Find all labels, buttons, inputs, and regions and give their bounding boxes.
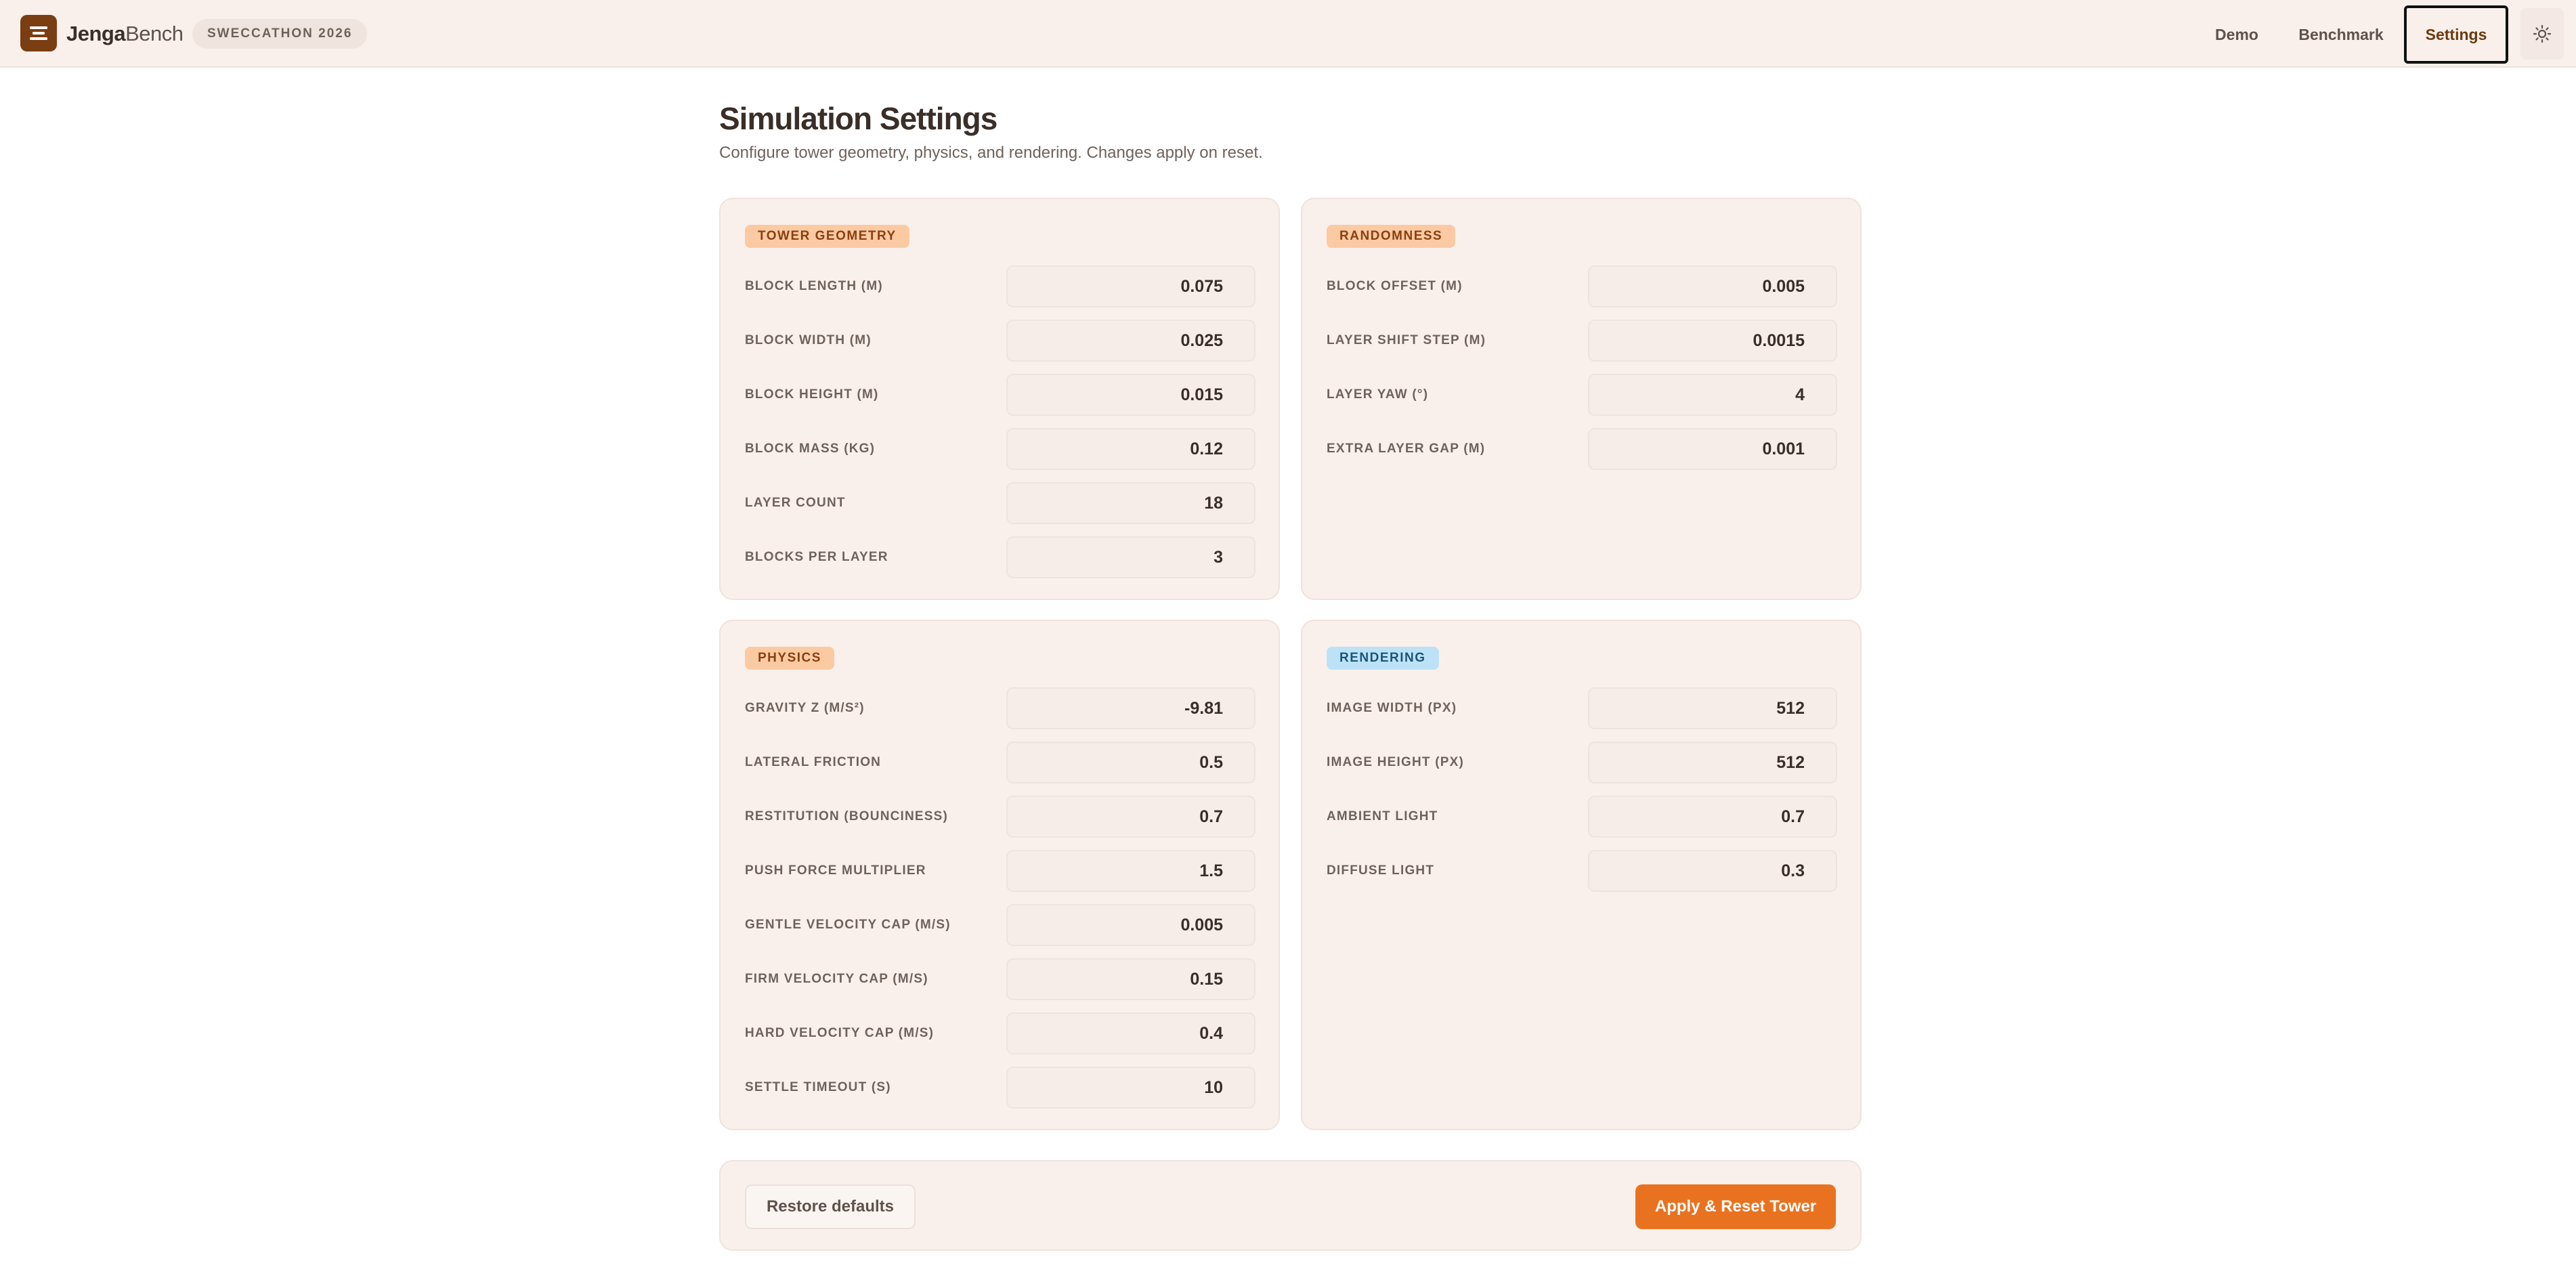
field-label: IMAGE HEIGHT (PX) xyxy=(1327,755,1465,769)
brand-name-light: Bench xyxy=(125,22,184,45)
field-row: LATERAL FRICTION xyxy=(745,742,1255,784)
restore-defaults-button[interactable]: Restore defaults xyxy=(745,1184,916,1229)
field-row: FIRM VELOCITY CAP (M/S) xyxy=(745,958,1255,1000)
field-row: IMAGE WIDTH (PX) xyxy=(1327,687,1837,729)
image-width-input[interactable] xyxy=(1588,687,1837,729)
field-row: AMBIENT LIGHT xyxy=(1327,796,1837,838)
field-label: AMBIENT LIGHT xyxy=(1327,809,1438,823)
page-title: Simulation Settings xyxy=(719,101,997,136)
menu-lines-icon xyxy=(30,26,47,40)
field-label: IMAGE WIDTH (PX) xyxy=(1327,701,1457,715)
field-row: BLOCK HEIGHT (M) xyxy=(745,374,1255,416)
field-label: FIRM VELOCITY CAP (M/S) xyxy=(745,972,928,986)
image-height-input[interactable] xyxy=(1588,742,1837,784)
rendering-card: RENDERING IMAGE WIDTH (PX) IMAGE HEIGHT … xyxy=(1301,620,1862,1130)
field-row: BLOCKS PER LAYER xyxy=(745,536,1255,578)
apply-reset-tower-button[interactable]: Apply & Reset Tower xyxy=(1635,1184,1836,1229)
field-label: GRAVITY Z (M/S²) xyxy=(745,701,865,715)
field-row: BLOCK WIDTH (M) xyxy=(745,320,1255,362)
block-height-input[interactable] xyxy=(1006,374,1255,416)
layer-count-input[interactable] xyxy=(1006,482,1255,524)
field-label: GENTLE VELOCITY CAP (M/S) xyxy=(745,918,951,932)
action-bar: Restore defaults Apply & Reset Tower xyxy=(719,1160,1862,1251)
block-offset-input[interactable] xyxy=(1588,265,1837,307)
diffuse-light-input[interactable] xyxy=(1588,850,1837,892)
rendering-badge: RENDERING xyxy=(1327,647,1439,670)
gentle-velocity-cap-input[interactable] xyxy=(1006,904,1255,946)
theme-toggle-button[interactable] xyxy=(2520,8,2564,60)
field-row: LAYER YAW (°) xyxy=(1327,374,1837,416)
field-label: BLOCK OFFSET (M) xyxy=(1327,279,1463,293)
field-row: GENTLE VELOCITY CAP (M/S) xyxy=(745,904,1255,946)
field-label: HARD VELOCITY CAP (M/S) xyxy=(745,1026,935,1040)
restitution-input[interactable] xyxy=(1006,796,1255,838)
tower-geometry-card: TOWER GEOMETRY BLOCK LENGTH (M) BLOCK WI… xyxy=(719,198,1280,600)
field-row: DIFFUSE LIGHT xyxy=(1327,850,1837,892)
field-row: BLOCK MASS (KG) xyxy=(745,428,1255,470)
field-label: BLOCK MASS (KG) xyxy=(745,442,876,456)
nav-benchmark[interactable]: Benchmark xyxy=(2290,5,2392,64)
brand-name-bold: Jenga xyxy=(66,22,126,45)
ambient-light-input[interactable] xyxy=(1588,796,1837,838)
randomness-card: RANDOMNESS BLOCK OFFSET (M) LAYER SHIFT … xyxy=(1301,198,1862,600)
field-label: LAYER COUNT xyxy=(745,496,846,510)
randomness-badge: RANDOMNESS xyxy=(1327,225,1456,248)
tower-geometry-badge: TOWER GEOMETRY xyxy=(745,225,909,248)
field-label: PUSH FORCE MULTIPLIER xyxy=(745,863,926,878)
field-row: RESTITUTION (BOUNCINESS) xyxy=(745,796,1255,838)
layer-shift-step-input[interactable] xyxy=(1588,320,1837,362)
field-label: BLOCKS PER LAYER xyxy=(745,550,888,564)
extra-layer-gap-input[interactable] xyxy=(1588,428,1837,470)
field-label: BLOCK HEIGHT (M) xyxy=(745,387,879,402)
field-row: SETTLE TIMEOUT (S) xyxy=(745,1067,1255,1109)
sun-icon xyxy=(2533,24,2552,43)
field-label: LAYER SHIFT STEP (M) xyxy=(1327,333,1486,347)
push-force-multiplier-input[interactable] xyxy=(1006,850,1255,892)
event-badge: SWECCATHON 2026 xyxy=(192,19,368,49)
field-label: SETTLE TIMEOUT (S) xyxy=(745,1080,891,1094)
field-label: BLOCK LENGTH (M) xyxy=(745,279,883,293)
field-row: PUSH FORCE MULTIPLIER xyxy=(745,850,1255,892)
blocks-per-layer-input[interactable] xyxy=(1006,536,1255,578)
settle-timeout-input[interactable] xyxy=(1006,1067,1255,1109)
nav-settings[interactable]: Settings xyxy=(2404,5,2508,64)
field-row: BLOCK LENGTH (M) xyxy=(745,265,1255,307)
brand-name[interactable]: JengaBench xyxy=(66,19,184,49)
lateral-friction-input[interactable] xyxy=(1006,742,1255,784)
field-label: LATERAL FRICTION xyxy=(745,755,882,769)
block-mass-input[interactable] xyxy=(1006,428,1255,470)
field-label: LAYER YAW (°) xyxy=(1327,387,1429,402)
field-label: DIFFUSE LIGHT xyxy=(1327,863,1435,878)
field-label: EXTRA LAYER GAP (M) xyxy=(1327,442,1486,456)
block-length-input[interactable] xyxy=(1006,265,1255,307)
field-row: BLOCK OFFSET (M) xyxy=(1327,265,1837,307)
field-label: BLOCK WIDTH (M) xyxy=(745,333,872,347)
top-navbar: JengaBench SWECCATHON 2026 Demo Benchmar… xyxy=(0,0,2576,68)
layer-yaw-input[interactable] xyxy=(1588,374,1837,416)
firm-velocity-cap-input[interactable] xyxy=(1006,958,1255,1000)
gravity-z-input[interactable] xyxy=(1006,687,1255,729)
nav-demo[interactable]: Demo xyxy=(2199,5,2274,64)
page-subtitle: Configure tower geometry, physics, and r… xyxy=(719,144,1263,162)
field-row: GRAVITY Z (M/S²) xyxy=(745,687,1255,729)
field-row: LAYER COUNT xyxy=(745,482,1255,524)
field-row: IMAGE HEIGHT (PX) xyxy=(1327,742,1837,784)
field-row: EXTRA LAYER GAP (M) xyxy=(1327,428,1837,470)
logo[interactable] xyxy=(20,15,57,51)
field-row: HARD VELOCITY CAP (M/S) xyxy=(745,1012,1255,1054)
physics-badge: PHYSICS xyxy=(745,647,834,670)
field-label: RESTITUTION (BOUNCINESS) xyxy=(745,809,949,823)
block-width-input[interactable] xyxy=(1006,320,1255,362)
hard-velocity-cap-input[interactable] xyxy=(1006,1012,1255,1054)
field-row: LAYER SHIFT STEP (M) xyxy=(1327,320,1837,362)
physics-card: PHYSICS GRAVITY Z (M/S²) LATERAL FRICTIO… xyxy=(719,620,1280,1130)
